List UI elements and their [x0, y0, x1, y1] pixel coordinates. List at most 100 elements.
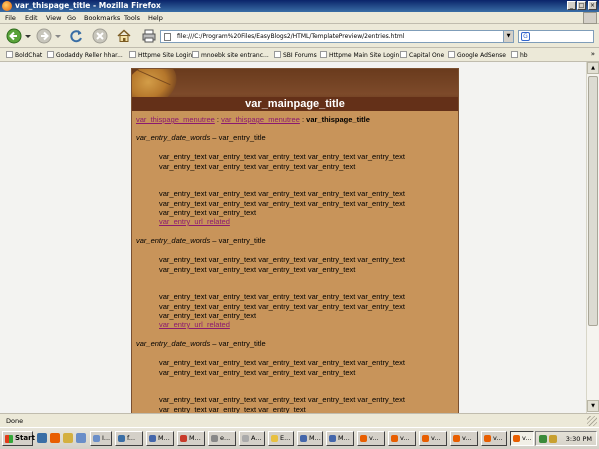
print-icon[interactable]	[141, 28, 157, 44]
stop-icon[interactable]	[92, 28, 108, 44]
bookmark-icon	[400, 51, 407, 58]
entry-related-link[interactable]: var_entry_url_related	[159, 320, 230, 329]
task-icon	[180, 435, 187, 442]
throbber-icon	[583, 12, 597, 24]
minimize-button[interactable]: _	[567, 1, 576, 10]
task-icon	[360, 435, 367, 442]
menu-help[interactable]: Help	[148, 14, 163, 22]
bookmark-icon	[192, 51, 199, 58]
taskbar-button[interactable]: E...	[268, 431, 294, 446]
breadcrumb-link-1[interactable]: var_thispage_menutree	[136, 115, 215, 124]
reload-icon[interactable]	[68, 28, 84, 44]
entry-text: var_entry_text var_entry_text var_entry_…	[159, 189, 405, 217]
forward-dropdown-icon[interactable]	[54, 28, 62, 44]
taskbar-button[interactable]: I...	[90, 431, 112, 446]
bookmark-capital-one[interactable]: Capital One	[400, 51, 444, 59]
taskbar-button-active[interactable]: v...	[510, 431, 534, 446]
task-icon	[149, 435, 156, 442]
quicklaunch-ie-icon[interactable]	[37, 433, 47, 443]
bookmark-httpme-site-login[interactable]: Httpme Site Login	[129, 51, 192, 59]
bookmarks-chevron-icon[interactable]: »	[591, 50, 595, 58]
search-box[interactable]: G	[518, 30, 594, 43]
bookmark-godaddy[interactable]: Godaddy Reller hhar...	[47, 51, 123, 59]
quicklaunch-folder-icon[interactable]	[63, 433, 73, 443]
bookmark-icon	[511, 51, 518, 58]
entry-text: var_entry_text var_entry_text var_entry_…	[159, 395, 405, 413]
firefox-icon	[2, 1, 12, 11]
close-button[interactable]: ×	[588, 1, 597, 10]
bookmark-sbi-forums[interactable]: SBI Forums	[274, 51, 317, 59]
menu-bar: File Edit View Go Bookmarks Tools Help	[0, 12, 599, 24]
bookmark-icon	[320, 51, 327, 58]
bookmark-mnoebk[interactable]: mnoebk site entranc...	[192, 51, 269, 59]
home-icon[interactable]	[116, 28, 132, 44]
taskbar-button[interactable]: M...	[146, 431, 174, 446]
menu-bookmarks[interactable]: Bookmarks	[84, 14, 120, 22]
quicklaunch-desktop-icon[interactable]	[76, 433, 86, 443]
taskbar-button[interactable]: v...	[450, 431, 478, 446]
scroll-down-icon[interactable]: ▼	[587, 400, 599, 412]
entry-title: var_entry_title	[218, 339, 266, 348]
taskbar-button[interactable]: v...	[481, 431, 507, 446]
taskbar-button[interactable]: f...	[115, 431, 143, 446]
menu-tools[interactable]: Tools	[124, 14, 140, 22]
taskbar-button[interactable]: M...	[177, 431, 205, 446]
entry-text: var_entry_text var_entry_text var_entry_…	[159, 152, 405, 171]
bookmark-icon	[274, 51, 281, 58]
taskbar-button[interactable]: e...	[208, 431, 236, 446]
menu-view[interactable]: View	[46, 14, 61, 22]
maximize-button[interactable]: □	[577, 1, 586, 10]
task-icon	[242, 435, 249, 442]
taskbar-button[interactable]: v...	[419, 431, 447, 446]
task-icon	[484, 435, 491, 442]
entry-related-link[interactable]: var_entry_url_related	[159, 217, 230, 226]
bookmark-icon	[6, 51, 13, 58]
entry-text: var_entry_text var_entry_text var_entry_…	[159, 255, 405, 274]
resize-grip-icon[interactable]	[587, 416, 597, 426]
taskbar-button[interactable]: M...	[297, 431, 323, 446]
vertical-scrollbar[interactable]: ▲ ▼	[586, 62, 599, 413]
back-arrow-icon[interactable]	[6, 28, 22, 44]
blog-page: var_mainpage_title var_thispage_menutree…	[131, 68, 459, 413]
menu-edit[interactable]: Edit	[25, 14, 38, 22]
window-title: var_thispage_title - Mozilla Firefox	[15, 1, 161, 10]
bookmark-hb[interactable]: hb	[511, 51, 528, 59]
quicklaunch-firefox-icon[interactable]	[50, 433, 60, 443]
entry-header: var_entry_date_words – var_entry_title	[136, 339, 266, 348]
entry-text: var_entry_text var_entry_text var_entry_…	[159, 358, 405, 377]
entry-date: var_entry_date_words	[136, 133, 211, 142]
system-tray: 3:30 PM	[535, 431, 597, 446]
address-url[interactable]: file:///C:/Program%20Files/EasyBlogs2/HT…	[177, 33, 404, 40]
taskbar-button[interactable]: v...	[388, 431, 416, 446]
tray-network-icon[interactable]	[539, 435, 547, 443]
taskbar-button[interactable]: M...	[326, 431, 354, 446]
page-banner: var_mainpage_title	[132, 69, 458, 111]
menu-go[interactable]: Go	[67, 14, 76, 22]
menu-file[interactable]: File	[5, 14, 16, 22]
bookmark-icon	[47, 51, 54, 58]
address-dropdown-button[interactable]: ▼	[503, 31, 513, 42]
main-page-title: var_mainpage_title	[245, 98, 345, 110]
task-icon	[391, 435, 398, 442]
bookmark-httpme-main[interactable]: Httpme Main Site Login	[320, 51, 399, 59]
page-viewport: var_mainpage_title var_thispage_menutree…	[0, 62, 586, 413]
window-title-bar: var_thispage_title - Mozilla Firefox _ □…	[0, 0, 599, 12]
forward-arrow-icon[interactable]	[36, 28, 52, 44]
breadcrumb-link-2[interactable]: var_thispage_menutree	[221, 115, 300, 124]
scroll-up-icon[interactable]: ▲	[587, 62, 599, 74]
google-search-icon[interactable]: G	[521, 32, 530, 41]
entry-date: var_entry_date_words	[136, 236, 211, 245]
windows-flag-icon	[5, 435, 13, 443]
clock[interactable]: 3:30 PM	[566, 435, 592, 443]
taskbar-button[interactable]: A...	[239, 431, 265, 446]
bookmark-google-adsense[interactable]: Google AdSense	[448, 51, 506, 59]
task-icon	[118, 435, 125, 442]
start-button[interactable]: Start	[2, 431, 35, 446]
taskbar-button[interactable]: v...	[357, 431, 385, 446]
scroll-thumb[interactable]	[588, 76, 598, 326]
bookmark-boldchat[interactable]: BoldChat	[6, 51, 42, 59]
task-icon	[453, 435, 460, 442]
tray-volume-icon[interactable]	[549, 435, 557, 443]
address-bar[interactable]: file:///C:/Program%20Files/EasyBlogs2/HT…	[160, 30, 514, 43]
back-dropdown-icon[interactable]	[24, 28, 32, 44]
